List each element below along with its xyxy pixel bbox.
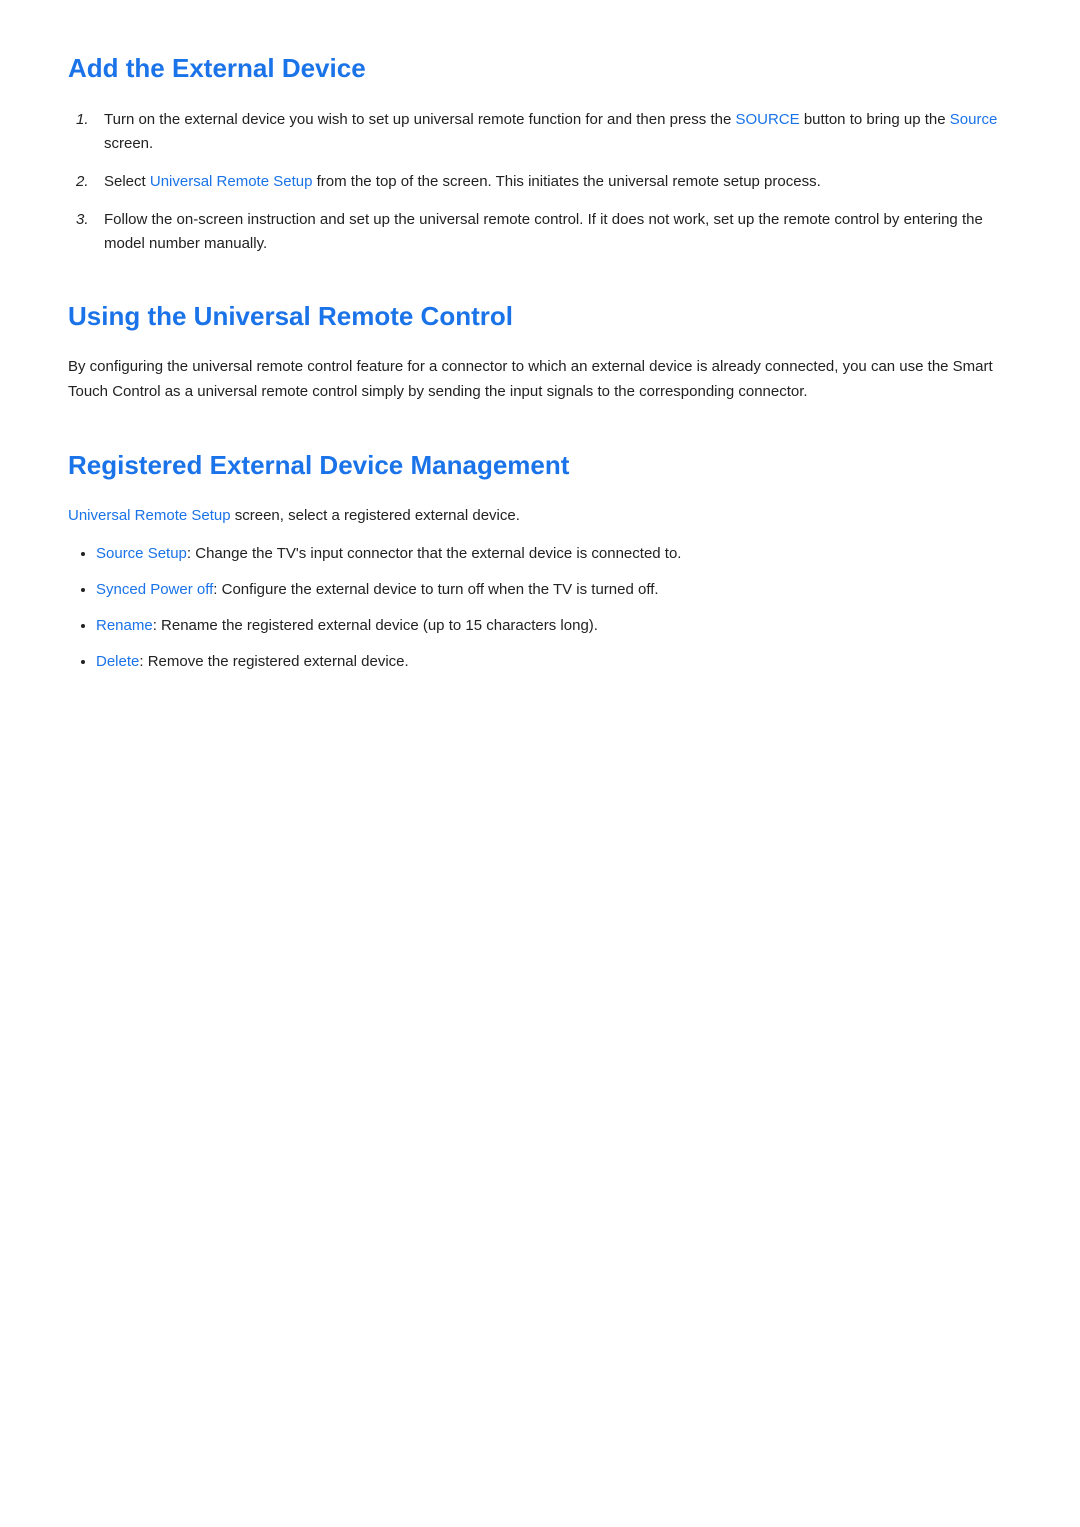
list-item-3: 3. Follow the on-screen instruction and …	[76, 208, 1012, 256]
section-add-external-device: Add the External Device 1. Turn on the e…	[68, 48, 1012, 256]
synced-power-off-link: Synced Power off	[96, 581, 213, 598]
list-item-2: 2. Select Universal Remote Setup from th…	[76, 170, 1012, 194]
delete-link: Delete	[96, 653, 139, 670]
list-number-1: 1.	[76, 108, 104, 132]
list-item-delete: Delete: Remove the registered external d…	[96, 650, 1012, 674]
list-item-synced-power-off: Synced Power off: Configure the external…	[96, 578, 1012, 602]
universal-remote-setup-link-2: Universal Remote Setup	[68, 507, 231, 524]
source-setup-link: Source Setup	[96, 545, 187, 562]
source-screen-link: Source	[950, 111, 998, 128]
section-using-universal-remote: Using the Universal Remote Control By co…	[68, 296, 1012, 405]
section2-body: By configuring the universal remote cont…	[68, 355, 1012, 405]
list-item-1: 1. Turn on the external device you wish …	[76, 108, 1012, 156]
list-item-source-setup: Source Setup: Change the TV's input conn…	[96, 542, 1012, 566]
section3-intro: Universal Remote Setup screen, select a …	[68, 504, 1012, 528]
list-item-rename: Rename: Rename the registered external d…	[96, 614, 1012, 638]
section1-title: Add the External Device	[68, 48, 1012, 90]
section3-title: Registered External Device Management	[68, 445, 1012, 487]
list-number-2: 2.	[76, 170, 104, 194]
rename-link: Rename	[96, 617, 153, 634]
section-registered-external-device: Registered External Device Management Un…	[68, 445, 1012, 675]
list-content-3: Follow the on-screen instruction and set…	[104, 208, 1012, 256]
list-number-3: 3.	[76, 208, 104, 232]
source-button-link: SOURCE	[735, 111, 799, 128]
list-content-2: Select Universal Remote Setup from the t…	[104, 170, 1012, 194]
section1-list: 1. Turn on the external device you wish …	[76, 108, 1012, 256]
section3-bullet-list: Source Setup: Change the TV's input conn…	[68, 542, 1012, 674]
list-content-1: Turn on the external device you wish to …	[104, 108, 1012, 156]
universal-remote-setup-link-1: Universal Remote Setup	[150, 173, 313, 190]
section2-title: Using the Universal Remote Control	[68, 296, 1012, 338]
